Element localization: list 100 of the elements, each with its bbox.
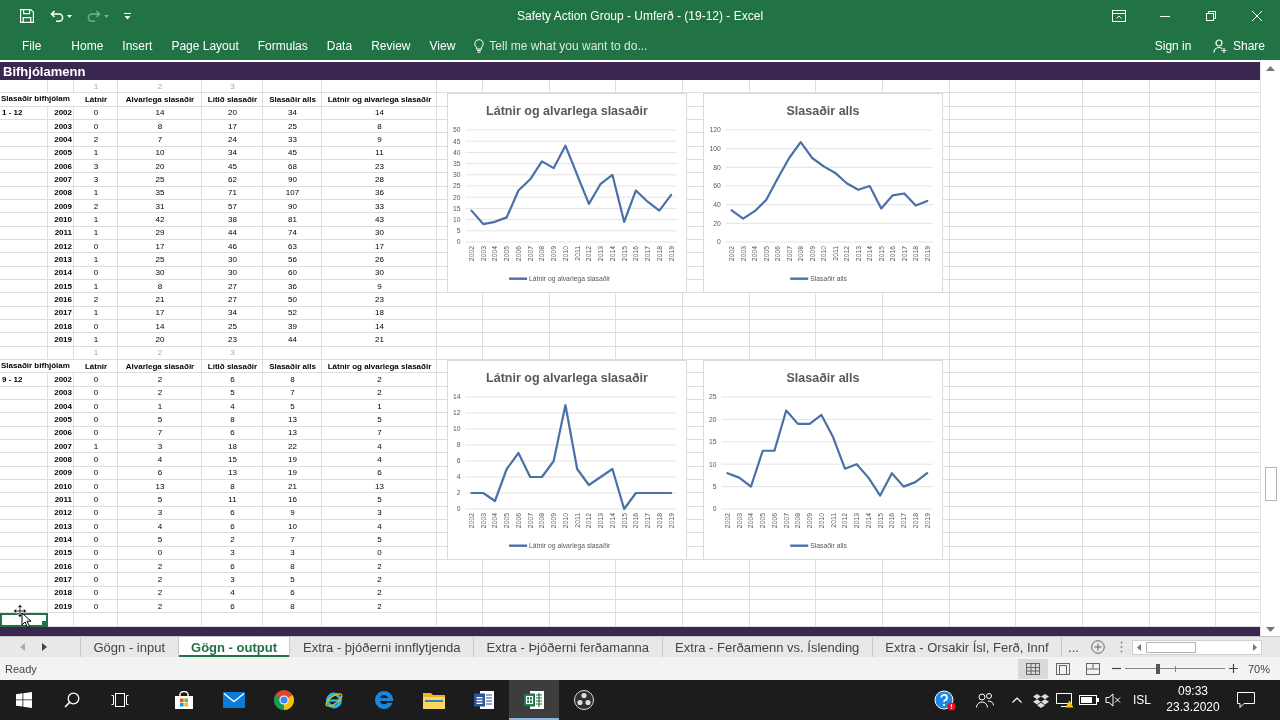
section-title-bar: Bifhjólamenn xyxy=(0,62,1260,80)
start-icon[interactable] xyxy=(16,692,32,708)
undo-icon[interactable] xyxy=(50,10,64,22)
scroll-down-icon[interactable] xyxy=(1266,627,1275,632)
tell-me-field[interactable]: Tell me what you want to do... xyxy=(484,36,665,56)
task-view-icon[interactable] xyxy=(111,693,129,707)
row-header: 2019 xyxy=(53,600,73,613)
scroll-up-icon[interactable] xyxy=(1266,66,1275,71)
table-cell-text: 9 xyxy=(376,280,383,293)
zoom-in-icon[interactable] xyxy=(1228,664,1238,673)
table-cell-text: 90 xyxy=(287,173,298,186)
sheet-tab[interactable]: Gögn - output xyxy=(177,637,290,657)
ribbon-tab[interactable]: Data xyxy=(317,35,362,57)
table-cell-text: 6 xyxy=(376,467,383,480)
scroll-right-icon[interactable] xyxy=(1253,643,1257,651)
caret-icon[interactable] xyxy=(67,14,72,18)
selected-cell[interactable] xyxy=(0,613,48,627)
table-cell-text: 0 xyxy=(92,587,100,600)
table-cell-text: 27 xyxy=(227,280,238,293)
table-cell-text: 8 xyxy=(229,480,236,493)
row-header: 2007 xyxy=(53,440,73,453)
diamond-pattern-icon[interactable] xyxy=(1033,692,1049,708)
table-cell-text: 6 xyxy=(229,600,236,613)
save-icon[interactable] xyxy=(20,9,34,23)
normal-view-button[interactable] xyxy=(1017,658,1048,679)
scroll-tabs-right-icon[interactable] xyxy=(42,643,47,651)
table-cell-text: 30 xyxy=(227,267,238,280)
scrollbar-thumb[interactable] xyxy=(1146,641,1196,653)
restore-icon[interactable] xyxy=(1206,11,1216,21)
split-handle-icon[interactable] xyxy=(1120,641,1123,653)
ribbon-tab[interactable]: Formulas xyxy=(248,35,318,57)
table-cell-text: 0 xyxy=(92,107,100,120)
speaker-muted-icon[interactable] xyxy=(1105,693,1121,707)
table-cell-text: 52 xyxy=(287,307,298,320)
table-cell-text: 50 xyxy=(287,293,298,306)
customize-caret-icon[interactable] xyxy=(124,12,131,20)
table-cell-text: 1 xyxy=(156,400,164,413)
taskbar-button[interactable] xyxy=(509,680,559,720)
table-cell-text: 0 xyxy=(92,547,100,560)
people-icon[interactable] xyxy=(976,692,994,708)
table-cell-text: 19 xyxy=(287,467,298,480)
zoom-slider[interactable] xyxy=(1124,663,1225,674)
table-cell-text: 2 xyxy=(156,587,164,600)
table-cell-text: 0 xyxy=(92,120,100,133)
table-cell-text: 1 xyxy=(376,400,383,413)
status-text: Ready xyxy=(5,662,37,675)
table-cell-text: 8 xyxy=(289,373,296,386)
table-cell-text: 2 xyxy=(92,133,100,146)
row-header: 2003 xyxy=(53,120,73,133)
table-cell-text: 23 xyxy=(374,160,385,173)
help-icon[interactable] xyxy=(934,689,956,711)
clock-date[interactable]: 23.3.2020 xyxy=(1166,700,1220,716)
window-title: Safety Action Group - Umferð - (19-12) - Excel xyxy=(516,9,764,23)
row-header: 2009 xyxy=(53,467,73,480)
row-header: 2017 xyxy=(53,573,73,586)
search-icon[interactable] xyxy=(64,692,80,708)
table-cell-text: 36 xyxy=(374,187,385,200)
input-language[interactable]: ISL xyxy=(1133,693,1151,707)
close-icon[interactable] xyxy=(1252,11,1262,21)
table-cell-text: 20 xyxy=(154,160,166,173)
table-cell-text: 0 xyxy=(92,453,100,466)
table-cell-text: 0 xyxy=(92,533,100,546)
ribbon-tab[interactable]: Home xyxy=(61,35,113,57)
table-cell-text: 4 xyxy=(376,453,383,466)
sign-in-link[interactable]: Sign in xyxy=(1145,35,1201,57)
table-cell-text: 0 xyxy=(92,573,100,586)
ribbon-tab[interactable]: Insert xyxy=(112,35,162,57)
table-cell-text: 5 xyxy=(156,413,164,426)
table-cell-text: 26 xyxy=(374,253,385,266)
zoom-slider-thumb[interactable] xyxy=(1155,663,1160,674)
ribbon-tab[interactable]: View xyxy=(420,35,465,57)
table-cell-text: 29 xyxy=(154,227,166,240)
ribbon-options-icon[interactable] xyxy=(1112,10,1126,22)
table-cell-text: 13 xyxy=(227,467,238,480)
row-header: 2008 xyxy=(53,187,73,200)
spreadsheet-icon xyxy=(524,690,544,710)
share-button[interactable]: Share xyxy=(1200,35,1265,57)
column-header: Látnir og alvarlega slasaðir xyxy=(326,360,433,373)
zoom-level[interactable]: 70% xyxy=(1247,662,1270,675)
clock-time[interactable]: 09:33 xyxy=(1178,684,1208,700)
table-cell-text: 11 xyxy=(227,493,238,506)
add-sheet-icon[interactable] xyxy=(1090,640,1105,654)
ribbon-tab[interactable]: Page Layout xyxy=(161,35,249,57)
table-cell-text: 1 xyxy=(92,147,100,160)
table-cell-text: 13 xyxy=(374,480,385,493)
scrollbar-thumb[interactable] xyxy=(1264,467,1277,501)
battery-icon[interactable] xyxy=(1079,695,1099,705)
monitor-warning-icon[interactable] xyxy=(1056,692,1074,708)
table-cell-text: 34 xyxy=(287,107,298,120)
table-cell-text: 9 xyxy=(289,507,296,520)
column-number: 3 xyxy=(229,80,236,93)
table-cell-text: 3 xyxy=(92,160,100,173)
ribbon-tab[interactable]: File xyxy=(12,35,51,57)
chevron-up-icon[interactable] xyxy=(1012,697,1022,703)
table-cell-text: 74 xyxy=(287,227,298,240)
table-cell-text: 10 xyxy=(287,520,298,533)
minimize-icon[interactable] xyxy=(1160,15,1170,17)
scroll-left-icon[interactable] xyxy=(1137,643,1141,651)
notification-icon[interactable] xyxy=(1237,692,1255,708)
ribbon-tab[interactable]: Review xyxy=(361,35,420,57)
